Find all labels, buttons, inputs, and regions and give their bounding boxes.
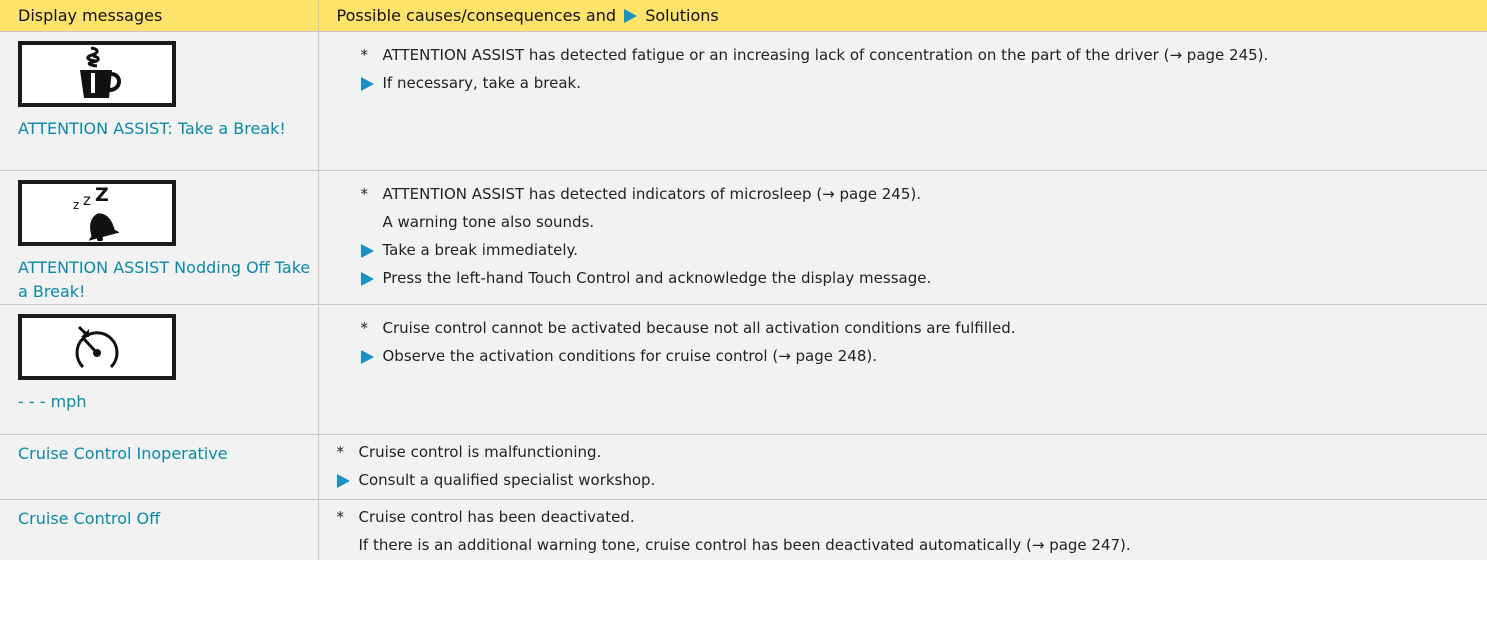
solution-item: Observe the activation conditions for cr…	[360, 345, 1451, 367]
solution-text: Consult a qualified specialist workshop.	[358, 471, 656, 489]
additional-info: A warning tone also sounds.	[361, 211, 1451, 233]
display-message-text: Cruise Control Off	[18, 509, 161, 528]
display-message-cell: - - - mph	[0, 304, 319, 435]
additional-info: If there is an additional warning tone, …	[337, 534, 1427, 556]
header-display-messages: Display messages	[0, 0, 319, 32]
display-icon-box	[18, 41, 176, 107]
display-messages-table: Display messages Possible causes/consequ…	[0, 0, 1487, 560]
display-message-text: ATTENTION ASSIST Nodding Off Take a Brea…	[18, 258, 311, 301]
solution-arrow-icon	[360, 272, 374, 286]
solution-text: Take a break immediately.	[382, 241, 579, 259]
cause-item: * ATTENTION ASSIST has detected indicato…	[361, 183, 1451, 205]
solution-arrow-icon	[336, 474, 350, 488]
solution-item: Press the left-hand Touch Control and ac…	[360, 267, 1451, 289]
display-message-text: ATTENTION ASSIST: Take a Break!	[18, 119, 286, 138]
bullet-star: *	[360, 319, 369, 337]
solution-arrow-icon	[360, 244, 374, 258]
solution-text: If necessary, take a break.	[382, 74, 582, 92]
display-message-cell: ATTENTION ASSIST: Take a Break!	[0, 31, 319, 171]
solution-text: Observe the activation conditions for cr…	[382, 347, 878, 365]
bullet-star: *	[336, 508, 345, 526]
causes-solutions-cell: * Cruise control is malfunctioning. Cons…	[318, 434, 1487, 500]
display-message-cell: Cruise Control Inoperative	[0, 434, 319, 500]
additional-info-text: A warning tone also sounds.	[382, 213, 595, 231]
table-row: z z Z ATTENTION ASSIST Nodding Off Take …	[0, 170, 1487, 305]
cause-text: Cruise control has been deactivated.	[358, 508, 635, 526]
header-causes-solutions: Possible causes/consequences and Solutio…	[318, 0, 1487, 32]
causes-solutions-cell: * ATTENTION ASSIST has detected indicato…	[318, 170, 1487, 305]
table-row: - - - mph * Cruise control cannot be act…	[0, 304, 1487, 435]
bullet-star: *	[360, 185, 369, 203]
solution-text: Press the left-hand Touch Control and ac…	[382, 269, 932, 287]
table-row: Cruise Control Inoperative * Cruise cont…	[0, 434, 1487, 500]
solution-item: If necessary, take a break.	[360, 72, 1451, 94]
table-header: Display messages Possible causes/consequ…	[0, 0, 1487, 32]
display-message-cell: z z Z ATTENTION ASSIST Nodding Off Take …	[0, 170, 319, 305]
speedometer-icon	[75, 325, 119, 369]
header-causes-label: Possible causes/consequences and	[336, 6, 617, 25]
solution-arrow-icon	[360, 350, 374, 364]
bullet-star: *	[360, 46, 369, 64]
cause-text: ATTENTION ASSIST has detected fatigue or…	[382, 46, 1269, 64]
cause-item: * Cruise control is malfunctioning.	[337, 441, 1427, 463]
causes-solutions-cell: * Cruise control has been deactivated. I…	[318, 499, 1487, 560]
causes-solutions-cell: * ATTENTION ASSIST has detected fatigue …	[318, 31, 1487, 171]
additional-info-text: If there is an additional warning tone, …	[358, 536, 1131, 554]
svg-text:Z: Z	[95, 185, 109, 206]
bullet-star: *	[336, 443, 345, 461]
table-row: ATTENTION ASSIST: Take a Break! * ATTENT…	[0, 31, 1487, 171]
cause-text: ATTENTION ASSIST has detected indicators…	[382, 185, 921, 203]
header-solutions-label: Solutions	[645, 6, 719, 25]
solution-item: Take a break immediately.	[360, 239, 1451, 261]
solution-arrow-icon	[624, 9, 638, 23]
cause-item: * Cruise control cannot be activated bec…	[361, 317, 1451, 339]
svg-text:z: z	[83, 191, 91, 209]
cause-item: * ATTENTION ASSIST has detected fatigue …	[361, 44, 1451, 66]
solution-arrow-icon	[360, 77, 374, 91]
causes-solutions-cell: * Cruise control cannot be activated bec…	[318, 304, 1487, 435]
table-row: Cruise Control Off * Cruise control has …	[0, 499, 1487, 560]
display-message-cell: Cruise Control Off	[0, 499, 319, 560]
sleeping-bell-icon: z z Z	[73, 185, 120, 241]
display-message-text: - - - mph	[18, 392, 87, 411]
cause-text: Cruise control cannot be activated becau…	[382, 319, 1016, 337]
cause-text: Cruise control is malfunctioning.	[358, 443, 602, 461]
display-icon-box	[18, 314, 176, 380]
coffee-cup-icon	[80, 46, 121, 98]
display-message-text: Cruise Control Inoperative	[18, 444, 228, 463]
cause-item: * Cruise control has been deactivated.	[337, 506, 1427, 528]
svg-text:z: z	[73, 198, 79, 212]
solution-item: Consult a qualified specialist workshop.	[336, 469, 1427, 491]
display-icon-box: z z Z	[18, 180, 176, 246]
